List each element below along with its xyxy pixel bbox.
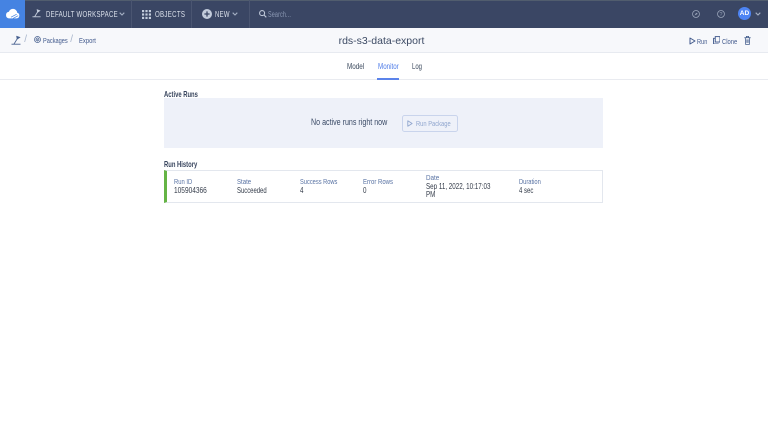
svg-text:?: ?: [720, 12, 723, 18]
